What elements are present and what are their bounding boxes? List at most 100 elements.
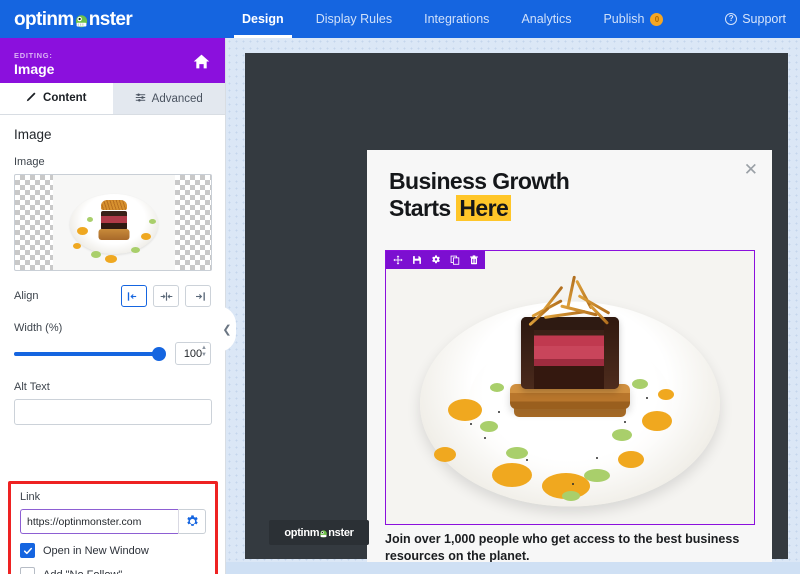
align-button-group [121,285,211,307]
checkbox-box[interactable] [20,543,35,558]
width-slider-row: 100 ▲ ▼ [14,342,211,365]
nav-label: Integrations [424,12,490,26]
thumb-sauce [149,219,156,224]
horizontal-scrollbar[interactable] [226,562,800,574]
align-center-button[interactable] [153,285,179,307]
publish-status-badge: 0 [650,12,664,26]
photo-sauce-dollop [434,447,456,462]
nav-right: ? Support [725,12,800,26]
photo-herb-sauce [562,491,580,501]
tab-label: Content [43,92,87,104]
photo-sauce-dollop [492,463,532,487]
thumb-sauce [77,227,88,235]
checkbox-label: Add "No Follow" [43,569,122,574]
optinmonster-watermark: optinm nster [269,520,369,545]
nav-label: Analytics [521,12,572,26]
photo-steak [521,317,619,389]
thumb-cake [98,229,130,241]
nav-item-publish[interactable]: Publish 0 [587,0,679,38]
photo-crispy-onions [524,275,616,327]
width-slider-fill [14,351,165,356]
align-row: Align [14,285,211,307]
link-label: Link [20,491,41,503]
optinmonster-campaign-builder: optinm nster Design Display Rules Integr… [0,0,800,574]
stepper-down-icon[interactable]: ▼ [201,352,207,358]
link-input-row [20,509,206,534]
nav-item-integrations[interactable]: Integrations [408,0,505,38]
sidebar-tabs: Content Advanced [0,83,225,115]
top-navigation-bar: optinm nster Design Display Rules Integr… [0,0,800,38]
headline-highlight: Here [456,195,512,222]
tab-label: Advanced [151,92,203,105]
width-slider-thumb[interactable] [152,346,166,361]
save-icon[interactable] [407,251,426,269]
photo-herb-sauce [506,447,528,459]
pencil-icon [26,91,37,105]
image-thumbnail-photo [53,175,175,270]
thumb-steak [101,211,127,231]
align-right-button[interactable] [185,285,211,307]
stepper-up-icon[interactable]: ▲ [201,345,207,351]
thumb-sauce [105,255,117,263]
photo-herb-sauce [490,383,504,392]
steak-crust-right [604,317,619,389]
sliders-icon [135,92,146,106]
home-icon[interactable] [192,52,211,76]
photo-sauce-dollop [448,399,482,421]
width-slider[interactable] [14,346,166,361]
thumb-sauce [87,217,93,222]
selected-image-element[interactable] [385,250,755,525]
nav-item-display-rules[interactable]: Display Rules [300,0,408,38]
monster-mascot-icon [74,13,89,28]
trash-icon[interactable] [464,251,483,269]
checkbox-label: Open in New Window [43,544,149,557]
support-label: Support [742,12,786,26]
support-button[interactable]: ? Support [725,12,786,26]
thumb-crisps [101,199,127,210]
nav-item-design[interactable]: Design [226,0,300,38]
logo-text-pre: optinm [14,8,74,30]
image-thumbnail-preview[interactable] [14,174,212,271]
editing-element-name: Image [14,60,55,77]
link-url-input[interactable] [20,509,179,534]
element-toolbar [386,251,485,269]
popup-subtext[interactable]: Join over 1,000 people who get access to… [385,531,757,564]
campaign-canvas: ✕ Business Growth Starts Here Join over … [226,38,800,574]
optinmonster-logo[interactable]: optinm nster [0,0,226,38]
checkbox-add-no-follow[interactable]: Add "No Follow" [20,567,206,574]
duplicate-icon[interactable] [445,251,464,269]
image-element-photo [386,251,754,524]
headline-line-2: Starts Here [389,195,750,222]
thumb-sauce [91,251,101,258]
align-left-button[interactable] [121,285,147,307]
width-stepper[interactable]: ▲ ▼ [201,345,207,358]
thumb-sauce [131,247,140,253]
photo-herb-sauce [480,421,498,432]
panel-section-title: Image [14,127,52,142]
editing-header-text: EDITING: Image [14,51,54,77]
width-row: Width (%) 100 ▲ ▼ [14,322,211,365]
checkbox-open-in-new-window[interactable]: Open in New Window [20,543,206,558]
nav-items: Design Display Rules Integrations Analyt… [226,0,725,38]
close-icon[interactable]: ✕ [744,161,758,178]
thumb-sauce [73,243,81,249]
logo-text-post: nster [88,8,133,30]
gear-icon[interactable] [426,251,445,269]
tab-content[interactable]: Content [0,83,113,114]
alt-text-input[interactable] [14,399,212,425]
popup-headline[interactable]: Business Growth Starts Here [367,150,772,222]
width-number-input[interactable]: 100 ▲ ▼ [175,342,211,365]
preview-frame: ✕ Business Growth Starts Here Join over … [245,53,788,570]
editor-sidebar: EDITING: Image Content Advanced Image Im… [0,38,226,574]
photo-herb-sauce [612,429,632,441]
editing-label: EDITING: [14,50,53,60]
move-icon[interactable] [388,251,407,269]
photo-herb-sauce [584,469,610,482]
link-settings-gear-button[interactable] [178,509,206,534]
tab-advanced[interactable]: Advanced [112,83,225,114]
nav-item-analytics[interactable]: Analytics [505,0,587,38]
nav-label: Design [242,12,284,26]
watermark-text-pre: optinm [284,526,320,539]
nav-label: Publish [603,12,645,26]
checkbox-box[interactable] [20,567,35,574]
